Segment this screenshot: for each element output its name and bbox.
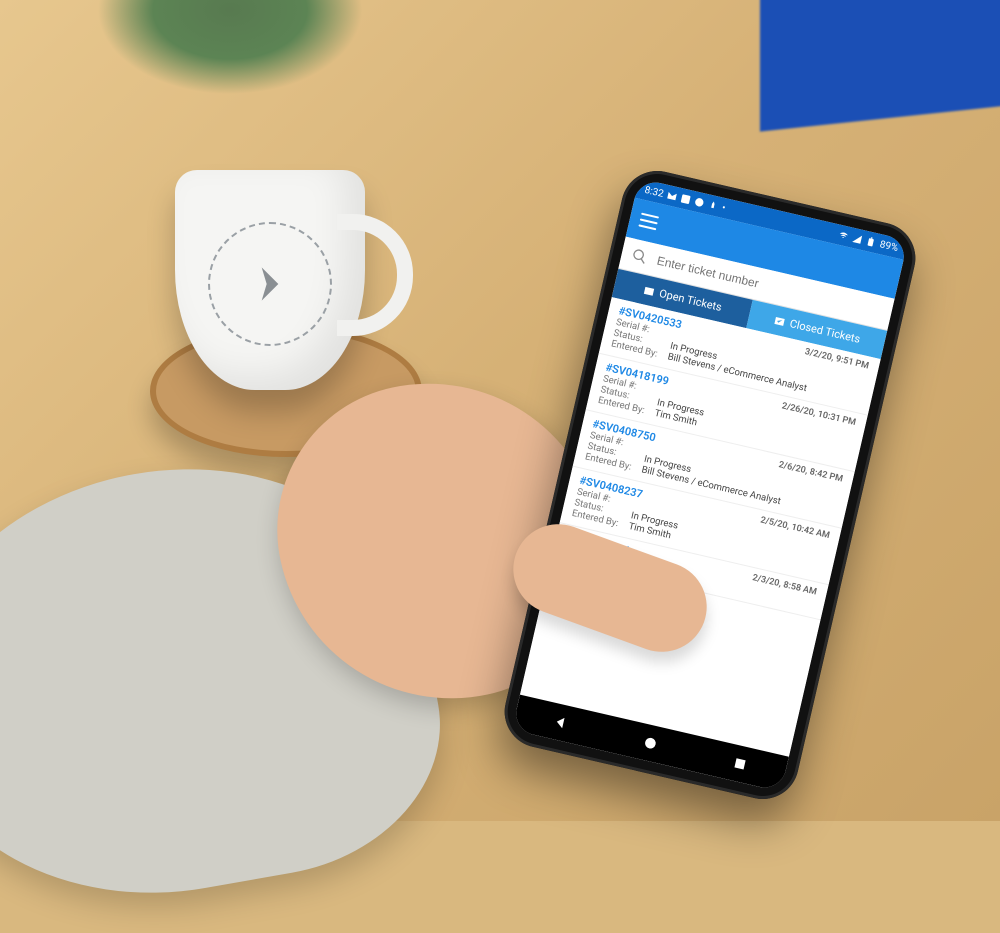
more-notifications-icon: • <box>721 202 727 213</box>
open-tickets-icon <box>642 284 656 298</box>
nav-home-icon[interactable] <box>641 734 660 753</box>
nav-back-icon[interactable] <box>551 713 570 732</box>
mail-icon <box>666 190 678 202</box>
closed-tickets-icon <box>772 314 786 328</box>
status-time: 8:32 <box>644 184 665 199</box>
nav-recent-icon[interactable] <box>730 754 749 773</box>
search-icon <box>630 247 649 266</box>
signal-icon <box>852 233 864 245</box>
menu-icon[interactable] <box>638 213 659 231</box>
mug-logo <box>208 222 332 346</box>
linkedin-icon <box>680 193 692 205</box>
wifi-icon <box>838 230 850 242</box>
battery-icon <box>865 236 877 248</box>
battery-percent: 89% <box>879 239 900 254</box>
notification-icon <box>707 200 719 212</box>
facebook-icon <box>694 196 706 208</box>
